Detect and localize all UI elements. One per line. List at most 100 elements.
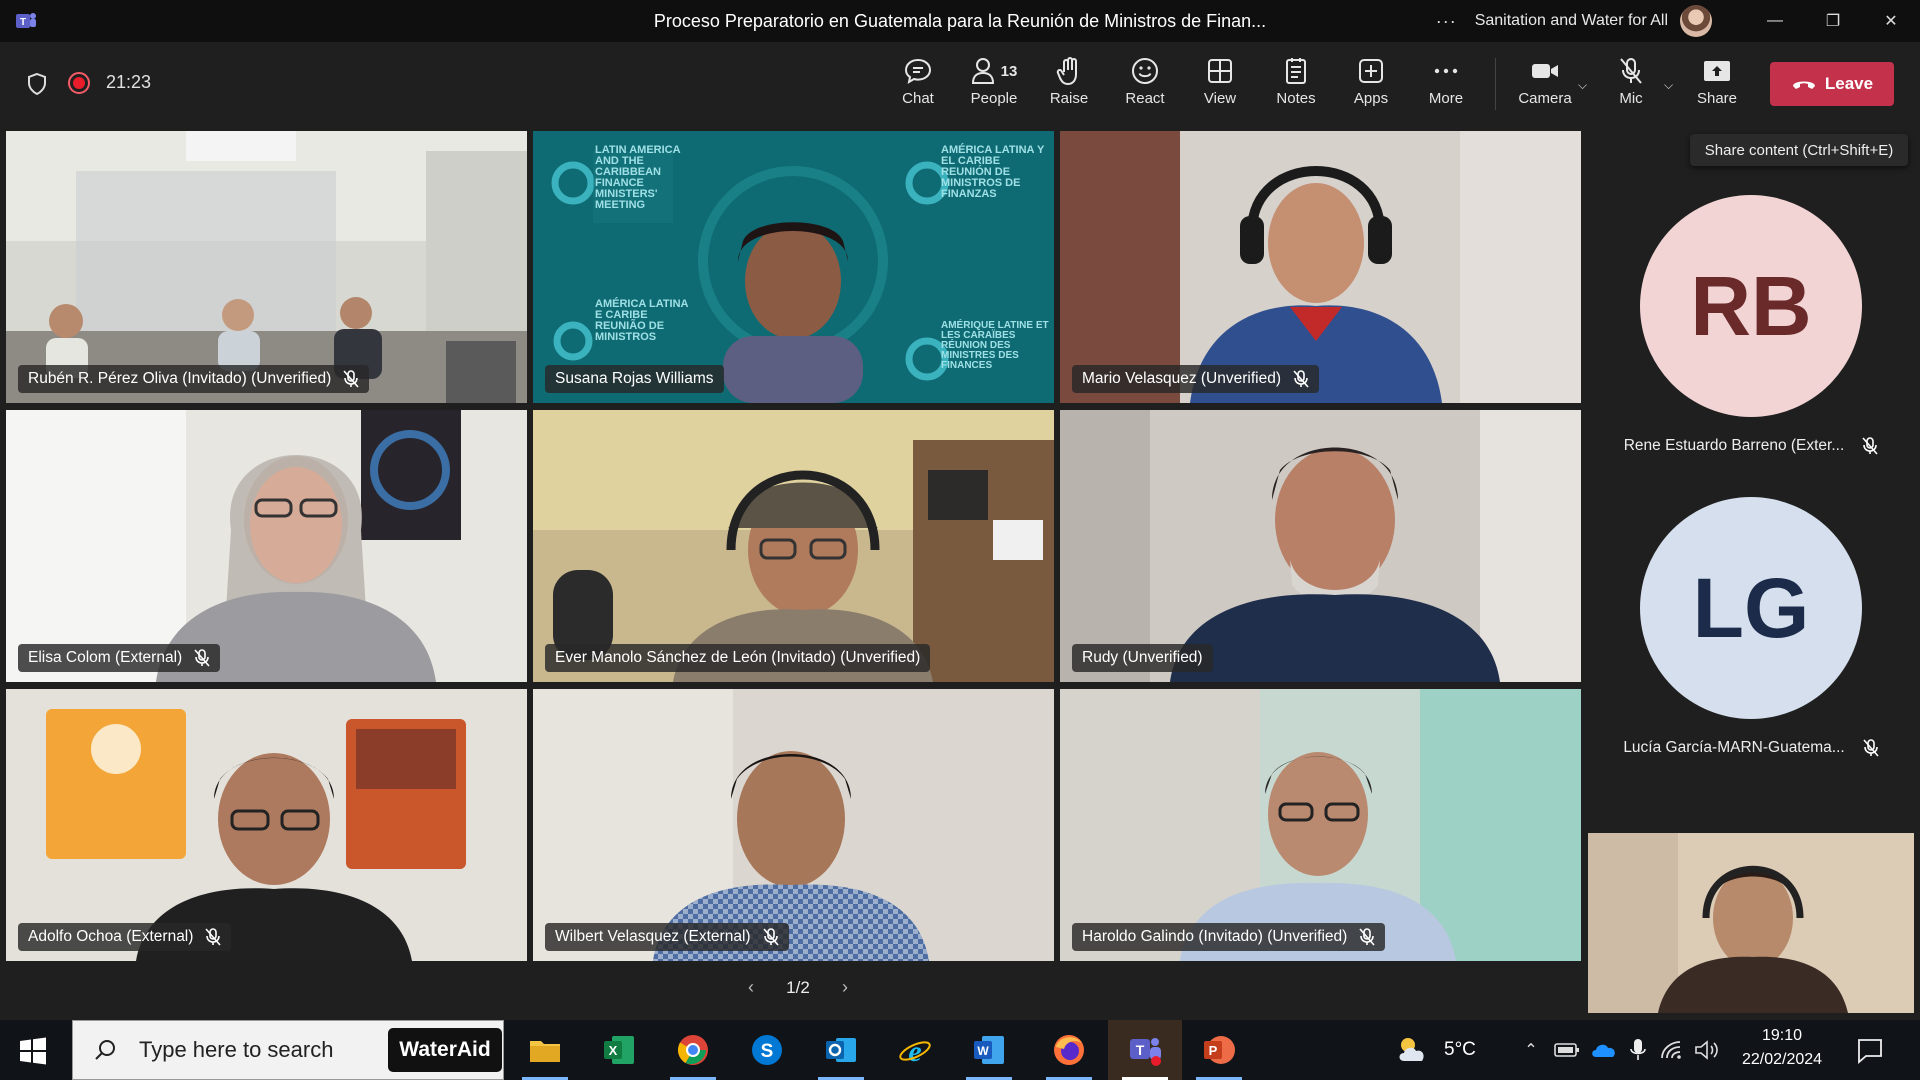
share-icon xyxy=(1704,61,1730,81)
word-icon: W xyxy=(974,1036,1004,1064)
video-tile[interactable]: Rubén R. Pérez Oliva (Invitado) (Unverif… xyxy=(6,131,527,403)
smiley-icon xyxy=(1132,58,1158,84)
windows-start-icon[interactable] xyxy=(18,1036,48,1066)
notifications-icon[interactable] xyxy=(1856,1036,1884,1064)
search-placeholder: Type here to search xyxy=(139,1037,334,1062)
participant-name-tag: Elisa Colom (External) xyxy=(18,644,221,672)
video-tile[interactable]: Adolfo Ochoa (External) xyxy=(6,689,527,961)
taskbar-firefox[interactable] xyxy=(1032,1020,1106,1080)
video-tile[interactable]: Elisa Colom (External) xyxy=(6,410,527,682)
video-tile[interactable]: Rudy (Unverified) xyxy=(1060,410,1581,682)
share-tooltip: Share content (Ctrl+Shift+E) xyxy=(1690,134,1908,166)
taskbar-skype[interactable]: S xyxy=(730,1020,804,1080)
notes-icon xyxy=(1286,58,1306,84)
gallery-pager: ‹ 1/2 › xyxy=(748,977,848,998)
toolbar-divider xyxy=(1495,58,1496,110)
wifi-icon[interactable] xyxy=(1660,1040,1682,1060)
wateraid-search-highlight[interactable]: WaterAid xyxy=(388,1028,502,1072)
mic-options-chevron-icon[interactable]: ⌵ xyxy=(1664,78,1673,93)
svg-text:S: S xyxy=(761,1041,774,1062)
close-button[interactable]: ✕ xyxy=(1862,0,1920,42)
ellipsis-icon xyxy=(1434,68,1458,74)
taskbar-word[interactable]: W xyxy=(952,1020,1026,1080)
mic-muted-icon xyxy=(194,649,210,667)
avatar-tile[interactable]: RB Rene Estuardo Barreno (Exter... xyxy=(1586,195,1916,455)
video-tile-active-speaker[interactable]: Ever Manolo Sánchez de León (Invitado) (… xyxy=(533,410,1054,682)
taskbar-internet-explorer[interactable]: e xyxy=(878,1020,952,1080)
mic-button[interactable]: Mic xyxy=(1600,56,1662,107)
mic-muted-icon xyxy=(1359,928,1375,946)
window-title: Proceso Preparatorio en Guatemala para l… xyxy=(653,11,1267,31)
add-app-icon xyxy=(1359,59,1383,83)
video-tile[interactable]: Haroldo Galindo (Invitado) (Unverified) xyxy=(1060,689,1581,961)
video-tile[interactable]: Wilbert Velasquez (External) xyxy=(533,689,1054,961)
minimize-button[interactable]: — xyxy=(1746,0,1804,42)
backdrop-text: AMÉRIQUE LATINE ET LES CARAÏBES RÉUNION … xyxy=(941,320,1049,371)
taskbar-chrome[interactable] xyxy=(656,1020,730,1080)
taskbar-outlook[interactable] xyxy=(804,1020,878,1080)
raise-hand-button[interactable]: Raise xyxy=(1037,56,1101,107)
clock-date: 22/02/2024 xyxy=(1741,1051,1823,1068)
speaker-icon[interactable] xyxy=(1694,1039,1720,1061)
taskbar-excel[interactable]: X xyxy=(582,1020,656,1080)
raise-hand-icon xyxy=(1056,57,1077,86)
chat-icon xyxy=(904,58,932,85)
taskbar-clock[interactable]: 19:10 22/02/2024 xyxy=(1732,1024,1832,1072)
skype-icon: S xyxy=(752,1035,782,1065)
show-hidden-icons-chevron-icon[interactable]: ⌃ xyxy=(1516,1040,1546,1060)
clock-time: 19:10 xyxy=(1761,1027,1803,1044)
next-page-button[interactable]: › xyxy=(842,977,848,998)
wateraid-logo: WaterAid xyxy=(399,1038,491,1061)
previous-page-button[interactable]: ‹ xyxy=(748,977,754,998)
onedrive-icon[interactable] xyxy=(1590,1041,1618,1059)
internet-explorer-icon: e xyxy=(899,1035,931,1067)
svg-text:P: P xyxy=(1209,1043,1218,1058)
camera-options-chevron-icon[interactable]: ⌵ xyxy=(1578,78,1587,93)
account-avatar[interactable] xyxy=(1680,5,1712,37)
notes-button[interactable]: Notes xyxy=(1264,56,1328,107)
battery-icon[interactable] xyxy=(1554,1042,1580,1058)
participant-name-tag: Susana Rojas Williams xyxy=(545,365,724,393)
self-view-video[interactable] xyxy=(1588,833,1914,1013)
video-tile[interactable]: Mario Velasquez (Unverified) xyxy=(1060,131,1581,403)
svg-text:X: X xyxy=(609,1043,618,1058)
apps-button[interactable]: Apps xyxy=(1339,56,1403,107)
video-tile[interactable]: LATIN AMERICA AND THE CARIBBEAN FINANCE … xyxy=(533,131,1054,403)
partly-cloudy-icon xyxy=(1399,1038,1424,1061)
chrome-icon xyxy=(677,1035,708,1065)
more-button[interactable]: More xyxy=(1414,56,1478,107)
video-feed xyxy=(533,689,1054,961)
people-button[interactable]: 13 People xyxy=(961,56,1027,107)
react-button[interactable]: React xyxy=(1113,56,1177,107)
people-icon xyxy=(971,58,994,84)
view-button[interactable]: View xyxy=(1188,56,1252,107)
taskbar-teams[interactable]: T xyxy=(1108,1020,1182,1080)
microphone-icon[interactable] xyxy=(1630,1038,1646,1062)
teams-icon: T xyxy=(1130,1038,1161,1066)
weather-widget[interactable]: 5°C xyxy=(1394,1020,1476,1080)
chat-button[interactable]: Chat xyxy=(886,56,950,107)
avatar-tile[interactable]: LG Lucía García-MARN-Guatema... xyxy=(1586,497,1916,757)
firefox-icon xyxy=(1054,1035,1084,1065)
taskbar-powerpoint[interactable]: P xyxy=(1182,1020,1256,1080)
video-feed xyxy=(1060,131,1581,403)
more-options-icon[interactable]: ··· xyxy=(1436,11,1457,32)
folder-icon xyxy=(530,1041,560,1062)
organization-name[interactable]: Sanitation and Water for All xyxy=(1475,12,1668,30)
taskbar-file-explorer[interactable] xyxy=(508,1020,582,1080)
system-tray: ⌃ xyxy=(1516,1020,1720,1080)
camera-button[interactable]: Camera xyxy=(1514,56,1576,107)
avatar: RB xyxy=(1640,195,1862,417)
participant-name-tag: Ever Manolo Sánchez de León (Invitado) (… xyxy=(545,644,931,672)
leave-button[interactable]: Leave xyxy=(1770,62,1894,106)
restore-button[interactable]: ❐ xyxy=(1804,0,1862,42)
mic-muted-icon xyxy=(343,370,359,388)
backdrop-text: AMÉRICA LATINA Y EL CARIBE REUNIÓN DE MI… xyxy=(941,144,1045,200)
recording-icon xyxy=(68,72,90,94)
shield-icon[interactable] xyxy=(26,72,48,96)
weather-temperature: 5°C xyxy=(1444,1039,1476,1060)
people-count: 13 xyxy=(1000,62,1018,80)
camera-icon xyxy=(1532,64,1558,78)
share-button[interactable]: Share xyxy=(1686,56,1748,107)
video-feed xyxy=(6,689,527,961)
